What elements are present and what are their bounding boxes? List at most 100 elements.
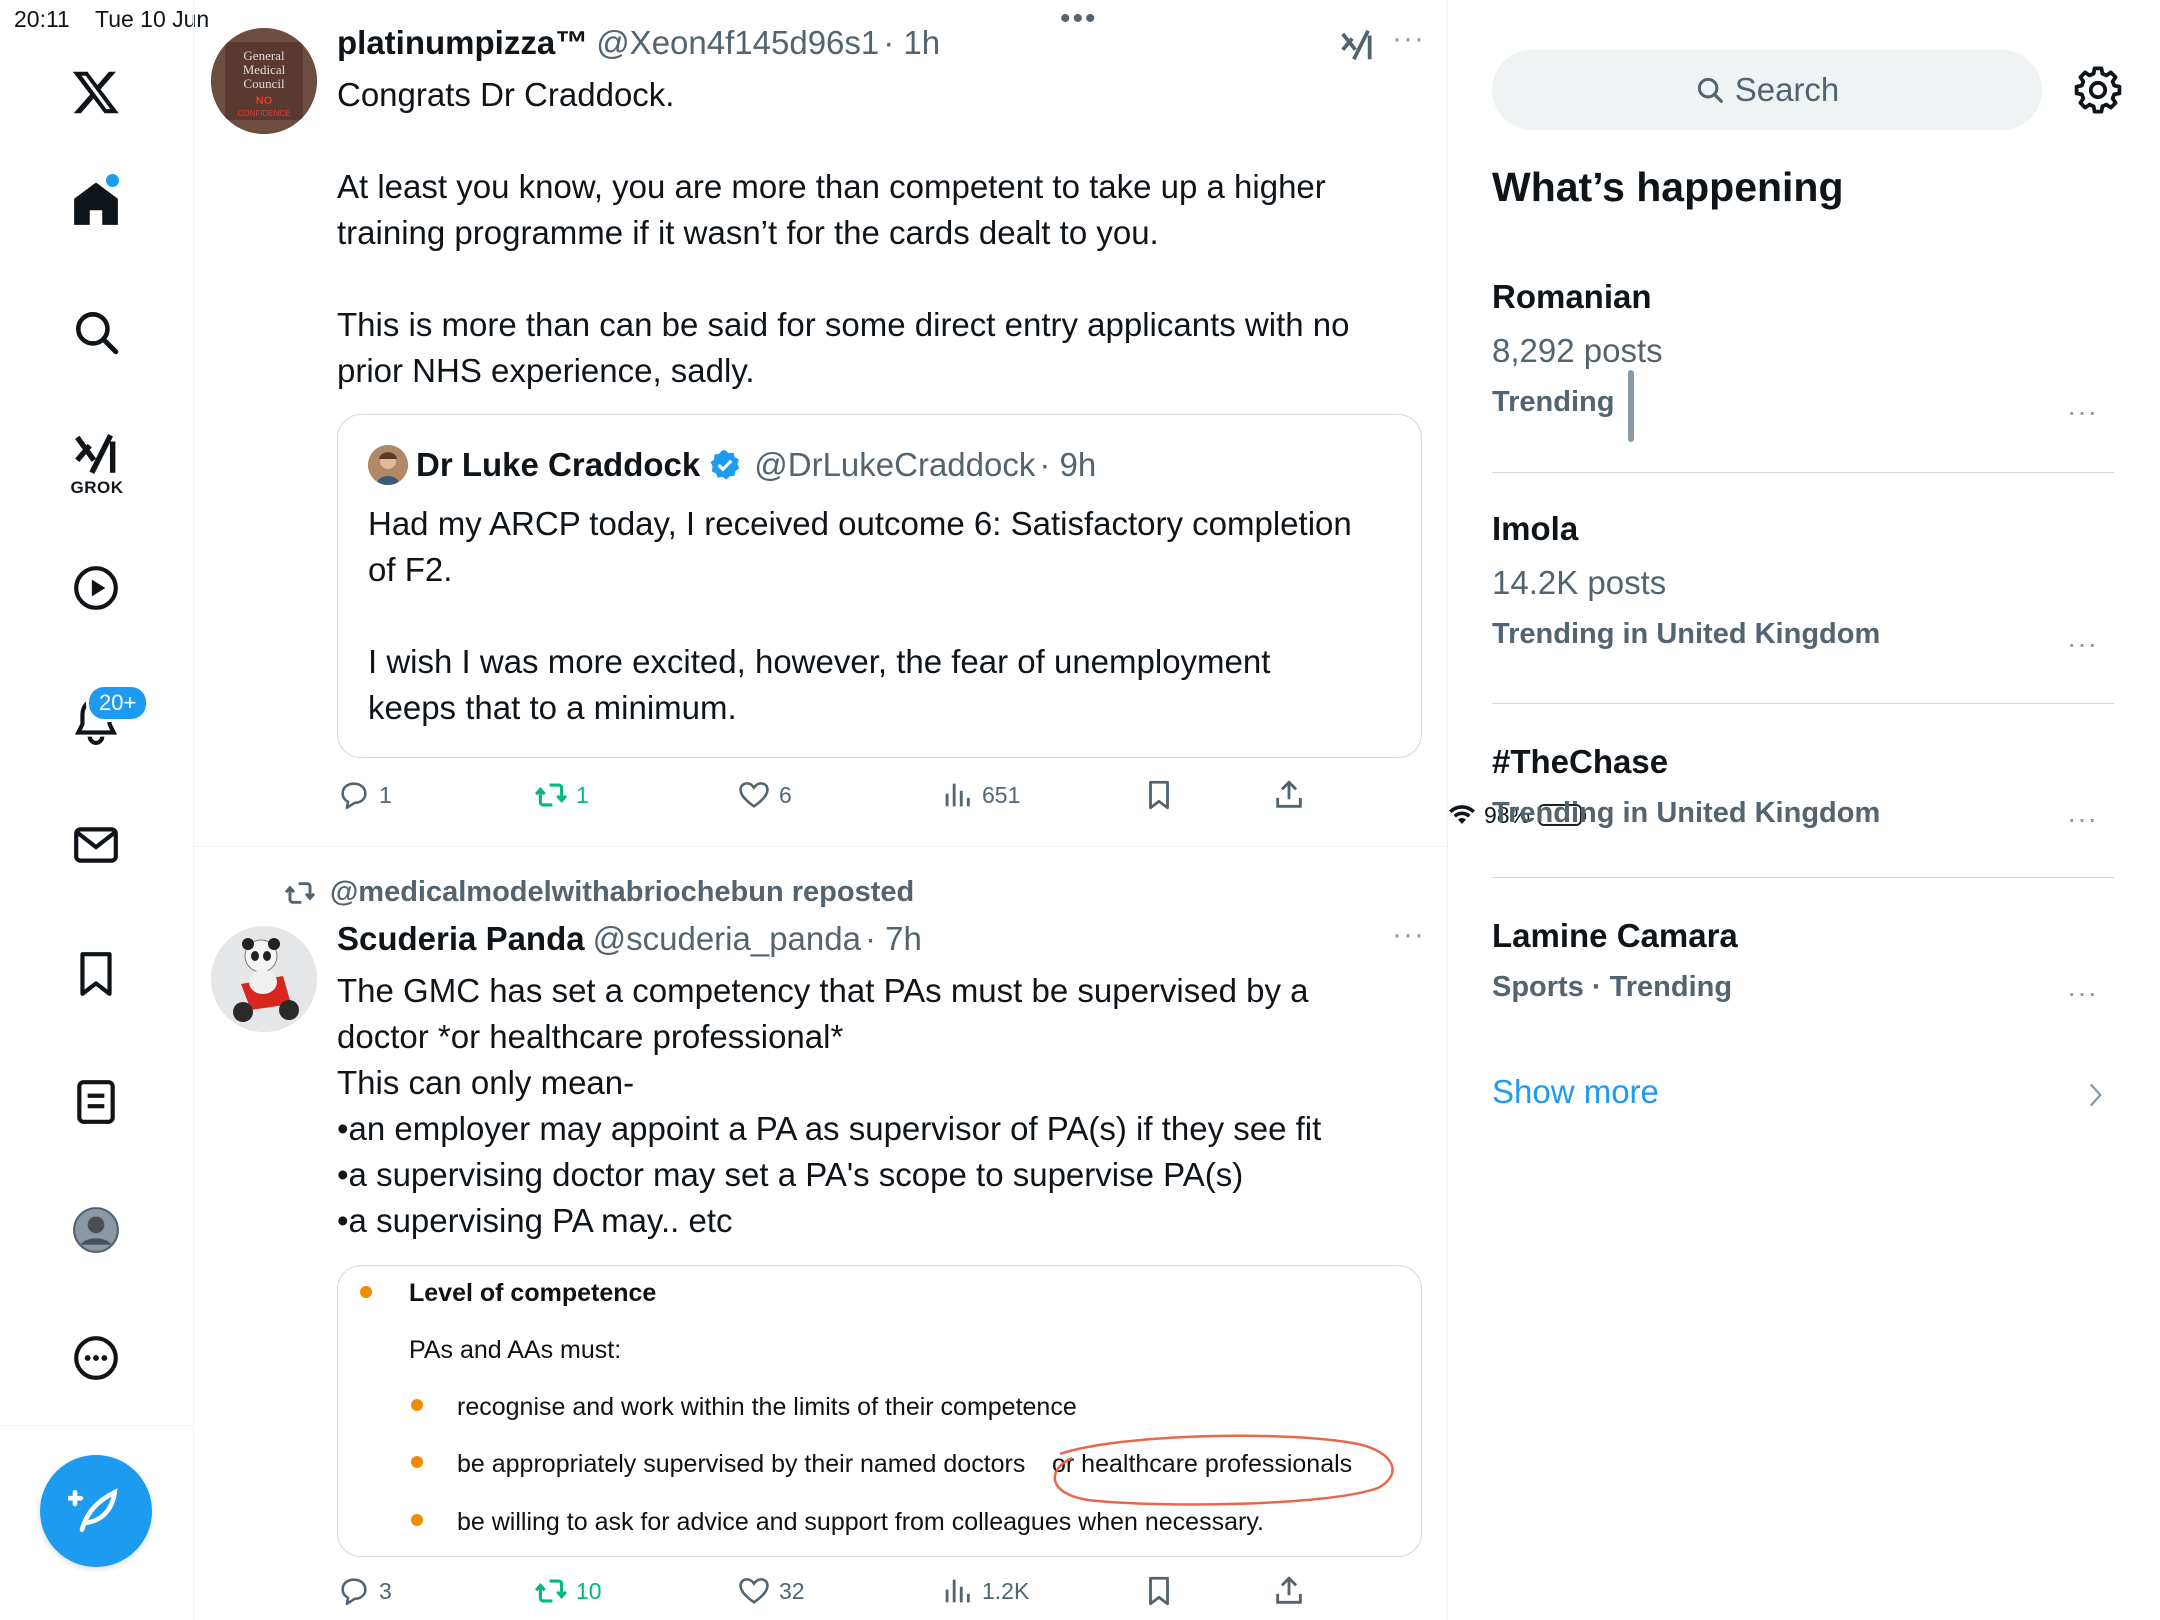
tweet2-line: •an employer may appoint a PA as supervi… (337, 1110, 1322, 1147)
search-icon[interactable] (66, 302, 126, 362)
trend-posts: 14.2K posts (1492, 564, 1667, 601)
verified-badge-icon (710, 450, 740, 480)
tweet2-line: This can only mean- (337, 1064, 635, 1101)
tweet-divider (194, 846, 1448, 847)
repost-icon (534, 1579, 568, 1603)
trend-meta: Sports · Trending (1492, 971, 1733, 1003)
more-options-icon[interactable] (66, 1328, 126, 1388)
highlight-circle-annotation (1053, 1434, 1394, 1506)
tweet1-line: training programme if it wasn’t for the … (337, 214, 1159, 251)
tweet2-author-name[interactable]: Scuderia Panda (337, 920, 585, 957)
grok-label: GROK (70, 478, 124, 497)
repost-button[interactable]: 1 (534, 778, 589, 812)
tweet1-line: prior NHS experience, sadly. (337, 352, 755, 389)
trend-name: Lamine Camara (1492, 917, 1738, 954)
grok-icon[interactable] (66, 424, 126, 484)
avatar-text-4: NO (256, 95, 273, 107)
trend-more-icon[interactable]: ··· (2067, 803, 2098, 835)
settings-gear-icon[interactable] (2074, 66, 2122, 114)
quoted-timestamp: · 9h (1039, 446, 1097, 483)
reposted-by-line[interactable]: @medicalmodelwithabriochebun reposted (284, 876, 914, 909)
tweet2-timestamp[interactable]: · 7h (865, 920, 922, 957)
like-button[interactable]: 32 (737, 1574, 805, 1608)
show-more-link[interactable]: Show more (1492, 1073, 1659, 1111)
repost-count: 1 (576, 781, 589, 808)
quoted-line: of F2. (368, 551, 453, 588)
search-icon (1697, 77, 1723, 103)
tweet1-timestamp[interactable]: · 1h (883, 24, 940, 61)
trend-more-icon[interactable]: ··· (2067, 977, 2098, 1009)
quoted-author-avatar[interactable] (368, 445, 408, 485)
left-navigation: GROK 20+ (0, 0, 194, 1620)
tweet1-line: At least you know, you are more than com… (337, 168, 1326, 205)
quoted-line: keeps that to a minimum. (368, 689, 737, 726)
trend-item[interactable]: Lamine Camara Sports · Trending ··· (1492, 917, 2114, 1017)
trend-name: Romanian (1492, 278, 1652, 315)
tweet1-actions: 1 1 6 651 (337, 778, 1337, 818)
quoted-author-handle[interactable]: @DrLukeCraddock (754, 446, 1035, 484)
tweet1-avatar[interactable]: General Medical Council NO CONFIDENCE (211, 28, 317, 134)
repost-icon (534, 783, 568, 807)
quoted-line: Had my ARCP today, I received outcome 6:… (368, 505, 1352, 542)
compose-post-button[interactable] (40, 1455, 152, 1567)
x-logo-icon[interactable] (66, 62, 126, 122)
grok-explain-icon[interactable] (1338, 26, 1376, 64)
share-button[interactable] (1272, 1574, 1306, 1608)
bookmark-button[interactable] (1142, 1574, 1176, 1608)
tweet2-avatar[interactable] (211, 926, 317, 1032)
profile-avatar-icon[interactable] (66, 1200, 126, 1260)
reply-count: 1 (379, 781, 392, 808)
avatar-text-2: Medical (243, 62, 286, 77)
trend-item[interactable]: #TheChase Trending in United Kingdom ··· (1492, 743, 2114, 843)
video-icon[interactable] (66, 558, 126, 618)
reply-button[interactable]: 3 (337, 1574, 392, 1608)
tweet1-header: platinumpizza™ @Xeon4f145d96s1 · 1h (337, 24, 940, 62)
quoted-tweet[interactable]: Dr Luke Craddock @DrLukeCraddock · 9h Had… (337, 414, 1422, 758)
repost-count: 10 (576, 1577, 602, 1604)
repost-button[interactable]: 10 (534, 1574, 602, 1608)
trend-name: #TheChase (1492, 743, 1669, 780)
reply-button[interactable]: 1 (337, 778, 392, 812)
search-placeholder: Search (1734, 71, 1840, 108)
bookmark-button[interactable] (1142, 778, 1176, 812)
tweet1-author-name[interactable]: platinumpizza™ (337, 24, 588, 61)
search-input[interactable]: Search (1492, 50, 2042, 130)
trend-item[interactable]: Imola 14.2K posts Trending in United Kin… (1492, 510, 2114, 670)
tweet1-more-icon[interactable]: ··· (1392, 22, 1425, 56)
views-count: 651 (982, 781, 1021, 808)
media-bullet (411, 1399, 423, 1411)
avatar-text-1: General (243, 48, 285, 63)
media-item-3: be willing to ask for advice and support… (457, 1508, 1264, 1536)
tweet1-author-handle[interactable]: @Xeon4f145d96s1 (596, 24, 879, 61)
tweet1-text: Congrats Dr Craddock. At least you know,… (337, 72, 1417, 394)
repost-small-icon (284, 881, 316, 904)
trend-more-icon[interactable]: ··· (2067, 628, 2098, 660)
heart-icon (739, 782, 769, 808)
messages-icon[interactable] (66, 815, 126, 875)
bookmarks-icon[interactable] (66, 944, 126, 1004)
views-button[interactable]: 651 (940, 778, 1020, 812)
like-button[interactable]: 6 (737, 778, 792, 812)
nav-divider (0, 1425, 194, 1426)
right-sidebar: Search What’s happening Romanian 8,292 p… (1448, 0, 2160, 1620)
trend-divider (1492, 472, 2114, 473)
tweet2-line: •a supervising PA may.. etc (337, 1202, 733, 1239)
quoted-tweet-header: Dr Luke Craddock @DrLukeCraddock · 9h (368, 445, 1096, 485)
trend-meta: Trending (1492, 386, 1615, 418)
quoted-author-name[interactable]: Dr Luke Craddock (416, 446, 700, 484)
tweet2-text: The GMC has set a competency that PAs mu… (337, 968, 1417, 1244)
views-button[interactable]: 1.2K (940, 1574, 1029, 1608)
trend-item[interactable]: Romanian 8,292 posts Trending ··· (1492, 278, 2114, 438)
lists-icon[interactable] (66, 1072, 126, 1132)
views-chart-icon (945, 1579, 970, 1603)
tweet2-author-handle[interactable]: @scuderia_panda (593, 920, 861, 957)
media-bullet (411, 1456, 423, 1468)
share-button[interactable] (1272, 778, 1306, 812)
trend-name: Imola (1492, 510, 1579, 547)
home-new-indicator (106, 174, 119, 187)
tweet2-image[interactable]: Level of competence PAs and AAs must: re… (337, 1265, 1422, 1557)
heart-icon (739, 1578, 769, 1604)
tweet2-line: •a supervising doctor may set a PA's sco… (337, 1156, 1244, 1193)
trend-more-icon[interactable]: ··· (2067, 396, 2098, 428)
tweet2-more-icon[interactable]: ··· (1392, 918, 1425, 952)
